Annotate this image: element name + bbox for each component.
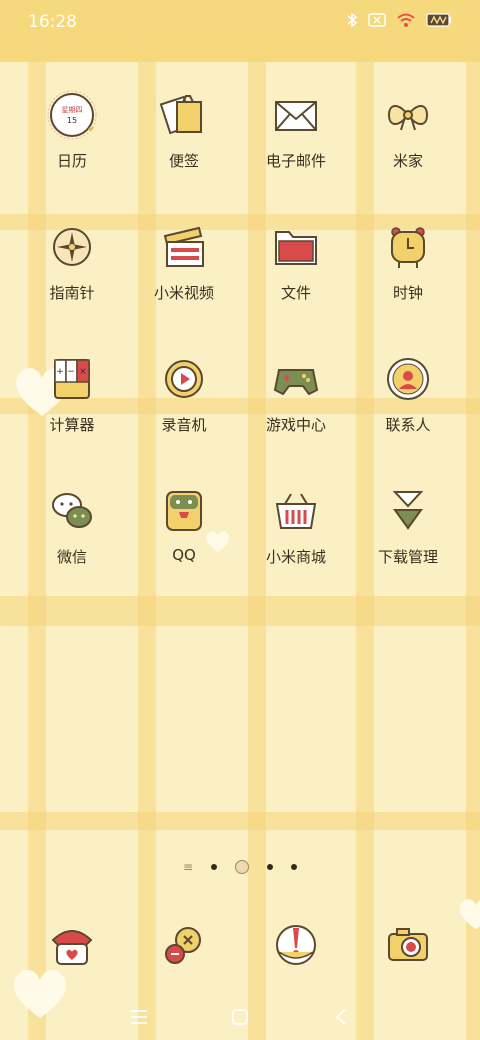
- app-label: QQ: [172, 546, 196, 564]
- app-label: 时钟: [392, 284, 423, 302]
- envelope-icon: [271, 90, 321, 140]
- app-calculator[interactable]: + − × 计算器: [16, 354, 128, 474]
- app-label: 联系人: [385, 416, 431, 434]
- svg-text:×: ×: [79, 367, 87, 377]
- app-label: 下载管理: [377, 548, 438, 566]
- notes-icon: [159, 90, 209, 140]
- app-wechat[interactable]: 微信: [16, 486, 128, 606]
- app-recorder[interactable]: 录音机: [128, 354, 240, 474]
- app-label: 小米商城: [265, 548, 326, 566]
- svg-text:−: −: [67, 367, 75, 377]
- status-bar: 16:28: [0, 0, 480, 44]
- back-button[interactable]: [326, 1002, 356, 1032]
- dock-browser[interactable]: [240, 920, 352, 980]
- page-dot[interactable]: [267, 864, 274, 870]
- app-contacts[interactable]: 联系人: [352, 354, 464, 474]
- qq-icon: [159, 486, 209, 536]
- sim-off-icon: [368, 13, 386, 27]
- home-button[interactable]: [225, 1002, 255, 1032]
- dock-phone[interactable]: [16, 920, 128, 980]
- app-label: 小米视频: [153, 284, 214, 302]
- compass-icon: [47, 222, 97, 272]
- chat-bubble-icon: [159, 920, 209, 970]
- basket-icon: [271, 486, 321, 536]
- bluetooth-icon: [347, 12, 358, 28]
- battery-icon: [426, 13, 451, 27]
- app-qq[interactable]: QQ: [128, 486, 240, 606]
- app-mi-home[interactable]: 米家: [352, 90, 464, 210]
- app-label: 指南针: [49, 284, 95, 302]
- app-calendar[interactable]: 星期四 15 日历: [16, 90, 128, 210]
- menu-button[interactable]: [124, 1002, 154, 1032]
- app-compass[interactable]: 指南针: [16, 222, 128, 342]
- app-label: 文件: [280, 284, 311, 302]
- dock-messages[interactable]: [128, 920, 240, 980]
- folder-icon: [271, 222, 321, 272]
- app-label: 计算器: [49, 416, 95, 434]
- page-dot[interactable]: [211, 864, 218, 870]
- play-circle-icon: [159, 354, 209, 404]
- svg-text:15: 15: [67, 116, 77, 125]
- menu-lines-icon[interactable]: ≡: [183, 860, 193, 874]
- app-downloads[interactable]: 下载管理: [352, 486, 464, 606]
- app-label: 日历: [56, 152, 87, 170]
- person-icon: [383, 354, 433, 404]
- navigation-bar: [0, 996, 480, 1036]
- home-page-dot[interactable]: [235, 860, 250, 874]
- app-label: 录音机: [161, 416, 207, 434]
- app-label: 米家: [392, 152, 423, 170]
- home-icon: [232, 1009, 248, 1025]
- gamepad-icon: [271, 354, 321, 404]
- page-indicator[interactable]: ≡: [0, 860, 480, 874]
- dock-camera[interactable]: [352, 920, 464, 980]
- app-label: 电子邮件: [265, 152, 326, 170]
- clapperboard-icon: [159, 222, 209, 272]
- wifi-icon: [397, 13, 415, 27]
- camera-icon: [383, 920, 433, 970]
- app-notes[interactable]: 便签: [128, 90, 240, 210]
- app-game-center[interactable]: 游戏中心: [240, 354, 352, 474]
- app-mi-video[interactable]: 小米视频: [128, 222, 240, 342]
- app-mi-store[interactable]: 小米商城: [240, 486, 352, 606]
- app-label: 微信: [56, 548, 87, 566]
- bow-icon: [383, 90, 433, 140]
- calendar-icon: 星期四 15: [47, 90, 97, 140]
- dock: [16, 920, 464, 980]
- svg-text:星期四: 星期四: [62, 106, 83, 114]
- app-files[interactable]: 文件: [240, 222, 352, 342]
- page-dot[interactable]: [291, 864, 298, 870]
- app-clock[interactable]: 时钟: [352, 222, 464, 342]
- app-label: 游戏中心: [265, 416, 326, 434]
- download-icon: [383, 486, 433, 536]
- wechat-icon: [47, 486, 97, 536]
- browser-icon: [271, 920, 321, 970]
- app-email[interactable]: 电子邮件: [240, 90, 352, 210]
- alarm-clock-icon: [383, 222, 433, 272]
- svg-text:+: +: [56, 367, 64, 377]
- calculator-icon: + − ×: [47, 354, 97, 404]
- phone-icon: [47, 920, 97, 970]
- back-icon: [335, 1009, 346, 1025]
- menu-icon: [131, 1010, 147, 1024]
- status-time: 16:28: [28, 12, 77, 32]
- app-label: 便签: [168, 152, 199, 170]
